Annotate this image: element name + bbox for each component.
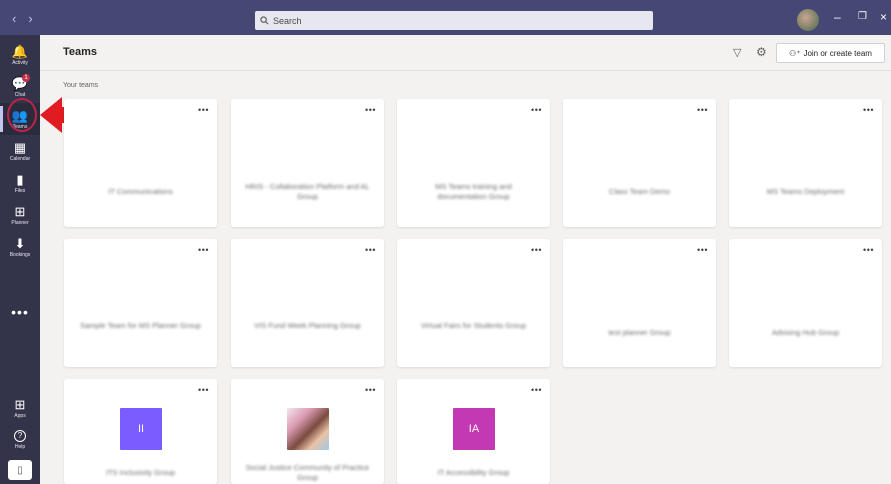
chat-badge: 1 — [22, 74, 30, 82]
more-options-icon[interactable]: ••• — [365, 245, 376, 255]
search-input[interactable]: Search — [255, 11, 653, 30]
more-apps-icon[interactable]: ••• — [0, 304, 40, 320]
close-icon[interactable]: × — [880, 10, 887, 24]
team-card[interactable]: ••• Advising Hub Group — [729, 239, 882, 367]
page-header: Teams ▽ ⚙ ⚇⁺ Join or create team — [40, 35, 891, 71]
team-card[interactable]: ••• Sample Team for MS Planner Group — [64, 239, 217, 367]
more-options-icon[interactable]: ••• — [365, 105, 376, 115]
more-options-icon[interactable]: ••• — [365, 385, 376, 395]
rail-label-planner: Planner — [11, 219, 29, 226]
team-tile: II — [120, 408, 162, 450]
help-icon: ? — [14, 430, 26, 442]
more-options-icon[interactable]: ••• — [697, 245, 708, 255]
rail-label-bookings: Bookings — [9, 251, 31, 258]
rail-label-chat: Chat — [14, 91, 26, 98]
device-icon[interactable]: ▯ — [8, 460, 32, 480]
team-card[interactable]: ••• HRIS - Collaboration Platform and AL… — [231, 99, 384, 227]
team-card[interactable]: ••• Class Team Demo — [563, 99, 716, 227]
team-name: MS Teams Deployment — [766, 187, 845, 196]
gear-icon[interactable]: ⚙ — [756, 45, 767, 59]
team-card[interactable]: ••• test planner Group — [563, 239, 716, 367]
rail-label-apps: Apps — [14, 412, 26, 419]
more-options-icon[interactable]: ••• — [531, 385, 542, 395]
team-card[interactable]: ••• IA IT Accessibility Group — [397, 379, 550, 484]
team-name: Social Justice Community of Practice Gro… — [245, 463, 370, 482]
join-or-create-team-button[interactable]: ⚇⁺ Join or create team — [776, 43, 885, 63]
rail-label-help: Help — [14, 444, 26, 450]
restore-icon[interactable]: ❐ — [858, 11, 867, 22]
rail-item-calendar[interactable]: ▦ Calendar — [0, 135, 40, 167]
more-options-icon[interactable]: ••• — [198, 105, 209, 115]
search-placeholder: Search — [273, 15, 302, 26]
file-icon: ▮ — [16, 171, 24, 187]
more-options-icon[interactable]: ••• — [198, 245, 209, 255]
search-icon — [260, 16, 269, 25]
team-card[interactable]: ••• II ITS Inclusivity Group — [64, 379, 217, 484]
team-name: HRIS - Collaboration Platform and AL Gro… — [245, 182, 370, 201]
highlight-circle — [7, 98, 37, 132]
team-tile: IA — [453, 408, 495, 450]
more-options-icon[interactable]: ••• — [863, 105, 874, 115]
team-name: Advising Hub Group — [771, 328, 840, 337]
filter-icon[interactable]: ▽ — [733, 46, 741, 59]
team-card[interactable]: ••• Virtual Fairs for Students Group — [397, 239, 550, 367]
page-title: Teams — [63, 46, 98, 58]
more-options-icon[interactable]: ••• — [531, 245, 542, 255]
team-name: Sample Team for MS Planner Group — [80, 321, 201, 330]
team-name: Virtual Fairs for Students Group — [420, 321, 527, 330]
rail-item-help[interactable]: ? Help — [0, 424, 40, 456]
team-card[interactable]: ••• VIS Fund Week Planning Group — [231, 239, 384, 367]
bell-icon: 🔔 — [11, 43, 29, 59]
rail-label-files: Files — [14, 187, 26, 194]
team-card[interactable]: ••• Social Justice Community of Practice… — [231, 379, 384, 484]
team-name: IT Accessibility Group — [437, 468, 510, 477]
rail-label-activity: Activity — [12, 59, 28, 66]
team-name: test planner Group — [608, 328, 671, 337]
forward-arrow-icon[interactable]: › — [28, 11, 32, 26]
history-nav: ‹ › — [12, 11, 33, 26]
team-card[interactable]: ••• MS Teams Deployment — [729, 99, 882, 227]
back-arrow-icon[interactable]: ‹ — [12, 11, 16, 26]
rail-label-calendar: Calendar — [9, 155, 31, 162]
team-name: VIS Fund Week Planning Group — [254, 321, 361, 330]
team-name: ITS Inclusivity Group — [105, 468, 176, 477]
bookings-icon: ⬇ — [14, 235, 26, 251]
more-options-icon[interactable]: ••• — [863, 245, 874, 255]
more-options-icon[interactable]: ••• — [531, 105, 542, 115]
team-name: MS Teams training and documentation Grou… — [435, 182, 512, 201]
team-card[interactable]: ••• IT Communications — [64, 99, 217, 227]
join-button-label: Join or create team — [803, 48, 872, 58]
rail-item-apps[interactable]: ⊞ Apps — [0, 392, 40, 424]
team-name: IT Communications — [108, 187, 173, 196]
profile-avatar[interactable] — [797, 9, 819, 31]
minimize-icon[interactable]: – — [834, 10, 841, 24]
calendar-icon: ▦ — [13, 139, 27, 155]
team-card[interactable]: ••• MS Teams training and documentation … — [397, 99, 550, 227]
section-label: Your teams — [63, 82, 99, 89]
rail-item-bookings[interactable]: ⬇ Bookings — [0, 231, 40, 263]
team-name: Class Team Demo — [608, 187, 671, 196]
team-image — [287, 408, 329, 450]
more-options-icon[interactable]: ••• — [697, 105, 708, 115]
rail-item-activity[interactable]: 🔔 Activity — [0, 39, 40, 71]
title-bar: ‹ › Search – ❐ × — [0, 0, 891, 35]
add-team-icon: ⚇⁺ — [789, 48, 801, 58]
more-options-icon[interactable]: ••• — [198, 385, 209, 395]
rail-item-planner[interactable]: ⊞ Planner — [0, 199, 40, 231]
rail-item-files[interactable]: ▮ Files — [0, 167, 40, 199]
apps-icon: ⊞ — [14, 396, 26, 412]
planner-icon: ⊞ — [14, 203, 26, 219]
